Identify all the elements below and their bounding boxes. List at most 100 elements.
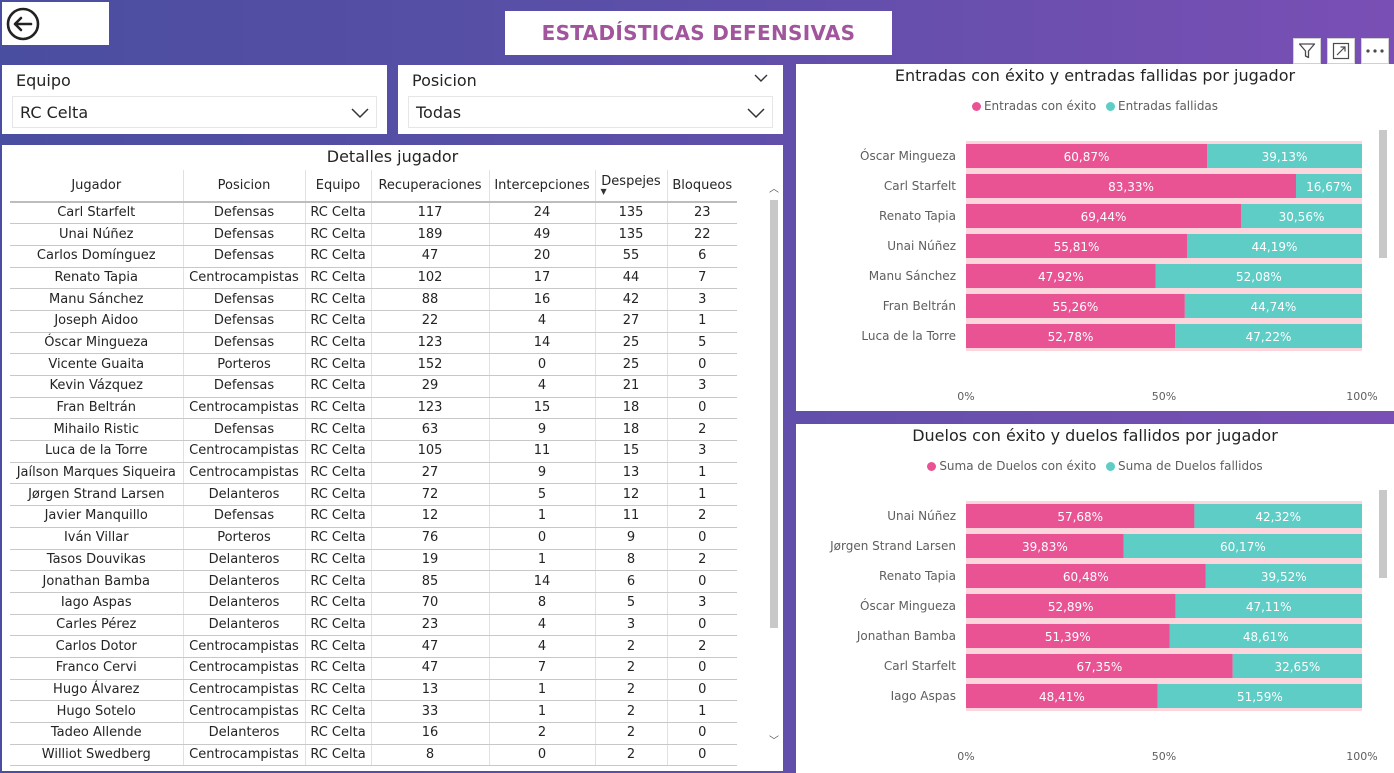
table-cell: 29	[371, 375, 490, 398]
table-row[interactable]: Hugo Sotelo Centrocampistas RC Celta 33 1 2 1	[10, 700, 737, 723]
table-cell: Centrocampistas	[183, 700, 306, 723]
filter-button[interactable]	[1293, 38, 1321, 64]
table-cell: RC Celta	[305, 397, 372, 420]
table-cell: 1	[667, 310, 737, 333]
category-label: Luca de la Torre	[861, 329, 956, 343]
table-cell: 1	[667, 483, 737, 507]
chart-scrollbar-thumb[interactable]	[1379, 130, 1387, 258]
data-label: 67,35%	[1076, 660, 1122, 674]
column-header[interactable]: Intercepciones	[489, 170, 596, 203]
table-cell: Delanteros	[183, 614, 306, 637]
table-cell: Carlos Domínguez	[10, 245, 184, 268]
table-cell: Luca de la Torre	[10, 440, 184, 463]
column-header[interactable]: Posicion	[183, 170, 306, 203]
table-row[interactable]: Renato Tapia Centrocampistas RC Celta 102 17…	[10, 267, 737, 290]
category-label: Renato Tapia	[879, 209, 956, 223]
focus-mode-button[interactable]	[1327, 38, 1355, 64]
column-header[interactable]: Despejes ▼	[595, 170, 668, 203]
scroll-down-icon[interactable]: ﹀	[769, 732, 779, 747]
table-cell: 8	[595, 549, 668, 572]
chart-scrollbar-thumb[interactable]	[1379, 490, 1387, 578]
table-title: Detalles jugador	[326, 147, 459, 166]
table-row[interactable]: Carlos Dotor Centrocampistas RC Celta 47 4 2 2	[10, 635, 737, 658]
table-cell: 102	[371, 267, 490, 290]
table-cell: 55	[595, 245, 668, 268]
table-cell: RC Celta	[305, 527, 372, 550]
table-cell: Tadeo Allende	[10, 722, 184, 745]
table-row[interactable]: Jaílson Marques Siqueira Centrocampistas R…	[10, 462, 737, 485]
category-label: Jonathan Bamba	[856, 629, 956, 643]
category-label: Jørgen Strand Larsen	[829, 539, 956, 553]
table-cell: Defensas	[183, 310, 306, 333]
x-tick-label: 0%	[957, 390, 974, 403]
table-row[interactable]: Vicente Guaita Porteros RC Celta 152 0 25 0	[10, 353, 737, 376]
table-scrollbar-thumb[interactable]	[770, 200, 778, 628]
equipo-dropdown[interactable]: RC Celta	[12, 96, 377, 128]
more-options-button[interactable]	[1361, 38, 1389, 64]
table-cell: 0	[667, 679, 737, 702]
table-row[interactable]: Hugo Álvarez Centrocampistas RC Celta 13 1 2 0	[10, 679, 737, 702]
table-row[interactable]: Iván Villar Porteros RC Celta 76 0 9 0	[10, 527, 737, 550]
table-row[interactable]: Tasos Douvikas Delanteros RC Celta 19 1 8 2	[10, 549, 737, 572]
table-row[interactable]: Fran Beltrán Centrocampistas RC Celta 123 15…	[10, 397, 737, 420]
table-cell: RC Celta	[305, 462, 372, 485]
table-row[interactable]: Luca de la Torre Centrocampistas RC Celta 1…	[10, 440, 737, 463]
table-cell: Mihailo Ristic	[10, 418, 184, 442]
table-row[interactable]: Kevin Vázquez Defensas RC Celta 29 4 21 3	[10, 375, 737, 398]
table-row[interactable]: Joseph Aidoo Defensas RC Celta 22 4 27 1	[10, 310, 737, 333]
column-header[interactable]: Equipo	[305, 170, 372, 203]
posicion-dropdown[interactable]: Todas	[408, 96, 773, 128]
table-cell: RC Celta	[305, 223, 372, 246]
table-cell: 123	[371, 332, 490, 355]
table-cell: 3	[595, 614, 668, 637]
table-row[interactable]: Jonathan Bamba Delanteros RC Celta 85 14 6 0	[10, 570, 737, 593]
table-row[interactable]: Williot Swedberg Centrocampistas RC Celta 8…	[10, 744, 737, 767]
chevron-down-icon[interactable]	[753, 73, 769, 83]
scroll-up-icon[interactable]: ︿	[769, 180, 779, 195]
table-row[interactable]: Javier Manquillo Defensas RC Celta 12 1 11 2	[10, 505, 737, 528]
table-cell: 18	[595, 418, 668, 442]
table-cell: 7	[489, 657, 596, 680]
table-cell: 189	[371, 223, 490, 246]
data-label: 47,22%	[1246, 330, 1292, 344]
table-row[interactable]: Carles Pérez Delanteros RC Celta 23 4 3 0	[10, 614, 737, 637]
table-row[interactable]: Mihailo Ristic Defensas RC Celta 63 9 18 2	[10, 418, 737, 442]
table-cell: 0	[667, 722, 737, 745]
table-row[interactable]: Carl Starfelt Defensas RC Celta 117 24 135 23	[10, 202, 737, 225]
table-cell: 44	[595, 267, 668, 290]
table-cell: 3	[667, 375, 737, 398]
back-button[interactable]	[2, 2, 109, 45]
data-label: 55,26%	[1053, 300, 1099, 314]
table-cell: RC Celta	[305, 353, 372, 376]
table-cell: RC Celta	[305, 657, 372, 680]
data-label: 52,89%	[1048, 600, 1094, 614]
table-row[interactable]: Franco Cervi Centrocampistas RC Celta 47 7 2 0	[10, 657, 737, 680]
table-row[interactable]: Carlos Domínguez Defensas RC Celta 47 20 55 6	[10, 245, 737, 268]
table-cell: Delanteros	[183, 592, 306, 615]
column-header[interactable]: Recuperaciones	[371, 170, 490, 203]
table-cell: Porteros	[183, 527, 306, 550]
table-cell: Centrocampistas	[183, 462, 306, 485]
player-details-table-panel: Detalles jugador Jugador Posicion Equipo Re…	[2, 145, 783, 771]
data-label: 52,78%	[1048, 330, 1094, 344]
table-row[interactable]: Óscar Mingueza Defensas RC Celta 123 14 25 5	[10, 332, 737, 355]
data-label: 55,81%	[1054, 240, 1100, 254]
table-row[interactable]: Manu Sánchez Defensas RC Celta 88 16 42 3	[10, 288, 737, 311]
table-cell: Carlos Dotor	[10, 635, 184, 658]
column-header-label: Bloqueos	[672, 178, 733, 193]
table-cell: Centrocampistas	[183, 744, 306, 767]
table-cell: 85	[371, 570, 490, 593]
table-cell: Defensas	[183, 375, 306, 398]
column-header[interactable]: Jugador	[10, 170, 184, 203]
table-cell: 0	[667, 744, 737, 767]
table-cell: Centrocampistas	[183, 267, 306, 290]
table-row[interactable]: Unai Núñez Defensas RC Celta 189 49 135 22	[10, 223, 737, 246]
table-cell: 23	[667, 202, 737, 225]
table-cell: 2	[489, 722, 596, 745]
table-row[interactable]: Tadeo Allende Delanteros RC Celta 16 2 2 0	[10, 722, 737, 745]
table-row[interactable]: Iago Aspas Delanteros RC Celta 70 8 5 3	[10, 592, 737, 615]
table-cell: 4	[489, 635, 596, 658]
table-row[interactable]: Jørgen Strand Larsen Delanteros RC Celta 72…	[10, 483, 737, 507]
column-header[interactable]: Bloqueos	[667, 170, 737, 203]
table-cell: Delanteros	[183, 722, 306, 745]
